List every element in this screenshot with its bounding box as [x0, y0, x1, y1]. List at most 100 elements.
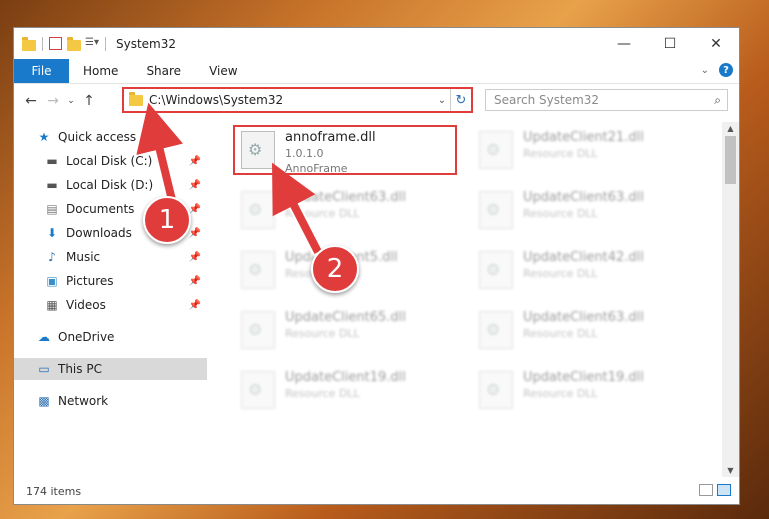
chevron-down-icon[interactable]: ⌄ — [434, 95, 450, 106]
step-marker-2: 2 — [311, 245, 359, 293]
forward-arrow-icon[interactable]: → — [42, 93, 64, 109]
close-button[interactable]: ✕ — [693, 28, 739, 59]
sidebar-item-label: Pictures — [66, 274, 114, 288]
file-description: Resource DLL — [285, 207, 360, 220]
step-marker-1: 1 — [143, 196, 191, 244]
sidebar-item-label: Local Disk (C:) — [66, 154, 153, 168]
file-description: Resource DLL — [523, 327, 598, 340]
search-input[interactable]: Search System32 ⌕ — [485, 89, 728, 111]
network-icon: ▩ — [38, 394, 50, 408]
back-arrow-icon[interactable]: ← — [20, 93, 42, 109]
star-icon: ★ — [38, 130, 50, 144]
file-version: 1.0.1.0 — [285, 147, 324, 160]
sidebar-item-this-pc[interactable]: ▭ This PC — [14, 358, 207, 380]
properties-icon[interactable] — [49, 36, 63, 51]
file-item[interactable]: annoframe.dll 1.0.1.0 AnnoFrame — [233, 125, 457, 175]
scroll-up-icon[interactable]: ▲ — [722, 124, 739, 133]
file-description: Resource DLL — [523, 147, 598, 160]
drive-icon: ▬ — [46, 178, 58, 192]
toolbar-divider — [42, 36, 43, 51]
file-item[interactable]: UpdateClient63.dll Resource DLL — [235, 187, 459, 237]
sidebar-item-label: This PC — [58, 362, 102, 376]
sidebar-item-label: Documents — [66, 202, 135, 216]
file-item[interactable]: UpdateClient42.dll Resource DLL — [473, 247, 697, 297]
file-item[interactable]: UpdateClient19.dll Resource DLL — [235, 367, 459, 417]
search-icon[interactable]: ⌕ — [714, 93, 721, 108]
new-folder-icon[interactable] — [67, 36, 81, 51]
file-description: AnnoFrame — [285, 162, 348, 175]
pin-icon[interactable]: 📌 — [189, 300, 201, 311]
sidebar-item-pictures[interactable]: ▣ Pictures 📌 — [14, 270, 207, 292]
scroll-thumb[interactable] — [725, 136, 736, 184]
recent-locations-icon[interactable]: ⌄ — [64, 96, 78, 106]
file-name: UpdateClient65.dll — [285, 310, 406, 325]
toolbar-divider — [105, 36, 106, 51]
sidebar-item-label: OneDrive — [58, 330, 115, 344]
drive-icon: ▬ — [46, 154, 58, 168]
sidebar-item-music[interactable]: ♪ Music 📌 — [14, 246, 207, 268]
file-name: UpdateClient21.dll — [523, 130, 644, 145]
explorer-window: ☰▾ System32 — ☐ ✕ File Home Share View ⌄… — [13, 27, 740, 505]
file-item[interactable]: UpdateClient19.dll Resource DLL — [473, 367, 697, 417]
videos-icon: ▦ — [46, 298, 58, 312]
sidebar-item-label: Local Disk (D:) — [66, 178, 154, 192]
sidebar-item-onedrive[interactable]: ☁ OneDrive — [14, 326, 207, 348]
dll-file-icon — [241, 191, 275, 229]
dll-file-icon — [479, 371, 513, 409]
customize-toolbar-icon[interactable]: ☰▾ — [85, 37, 99, 51]
pin-icon[interactable]: 📌 — [189, 204, 201, 215]
sidebar-item-label: Music — [66, 250, 101, 264]
navigation-bar: ← → ⌄ ↑ C:\Windows\System32 ⌄ ↻ Search S… — [14, 86, 739, 116]
dll-file-icon — [479, 251, 513, 289]
tab-file[interactable]: File — [14, 59, 69, 83]
title-bar: ☰▾ System32 — ☐ ✕ — [14, 28, 739, 59]
details-view-icon[interactable] — [699, 484, 713, 496]
item-count: 174 items — [26, 484, 82, 498]
tab-share[interactable]: Share — [132, 64, 195, 78]
sidebar-item-local-disk-c[interactable]: ▬ Local Disk (C:) 📌 — [14, 150, 207, 172]
file-item[interactable]: UpdateClient63.dll Resource DLL — [473, 307, 697, 357]
minimize-button[interactable]: — — [601, 28, 647, 59]
dll-file-icon — [479, 311, 513, 349]
computer-icon: ▭ — [38, 362, 50, 376]
pictures-icon: ▣ — [46, 274, 58, 288]
pin-icon[interactable]: 📌 — [189, 180, 201, 191]
file-item[interactable]: UpdateClient21.dll Resource DLL — [473, 127, 697, 177]
dll-file-icon — [241, 371, 275, 409]
vertical-scrollbar[interactable]: ▲ ▼ — [722, 122, 739, 477]
tab-view[interactable]: View — [195, 64, 251, 78]
refresh-icon[interactable]: ↻ — [450, 89, 471, 111]
navigation-pane: ★ Quick access ▬ Local Disk (C:) 📌 ▬ Loc… — [14, 126, 207, 476]
file-item[interactable]: UpdateClient65.dll Resource DLL — [235, 307, 459, 357]
pin-icon[interactable]: 📌 — [189, 156, 201, 167]
up-arrow-icon[interactable]: ↑ — [78, 93, 100, 109]
dll-file-icon — [241, 131, 275, 169]
sidebar-item-quick-access[interactable]: ★ Quick access — [14, 126, 207, 148]
tab-home[interactable]: Home — [69, 64, 132, 78]
sidebar-item-label: Quick access — [58, 130, 137, 144]
scroll-down-icon[interactable]: ▼ — [722, 466, 739, 475]
folder-icon — [22, 36, 36, 51]
cloud-icon: ☁ — [38, 330, 50, 344]
help-icon[interactable]: ? — [719, 63, 733, 77]
dll-file-icon — [479, 191, 513, 229]
file-description: Resource DLL — [285, 327, 360, 340]
pin-icon[interactable]: 📌 — [189, 228, 201, 239]
pin-icon[interactable]: 📌 — [189, 276, 201, 287]
pin-icon[interactable]: 📌 — [189, 252, 201, 263]
sidebar-item-label: Downloads — [66, 226, 132, 240]
status-bar: 174 items — [14, 478, 739, 504]
sidebar-item-videos[interactable]: ▦ Videos 📌 — [14, 294, 207, 316]
dll-file-icon — [479, 131, 513, 169]
dll-file-icon — [241, 251, 275, 289]
expand-ribbon-icon[interactable]: ⌄ — [701, 65, 709, 76]
file-description: Resource DLL — [523, 387, 598, 400]
sidebar-item-label: Videos — [66, 298, 106, 312]
address-path[interactable]: C:\Windows\System32 — [149, 93, 434, 107]
file-item[interactable]: UpdateClient63.dll Resource DLL — [473, 187, 697, 237]
maximize-button[interactable]: ☐ — [647, 28, 693, 59]
tiles-view-icon[interactable] — [717, 484, 731, 496]
sidebar-item-network[interactable]: ▩ Network — [14, 390, 207, 412]
sidebar-item-local-disk-d[interactable]: ▬ Local Disk (D:) 📌 — [14, 174, 207, 196]
address-bar[interactable]: C:\Windows\System32 ⌄ ↻ — [122, 87, 473, 113]
